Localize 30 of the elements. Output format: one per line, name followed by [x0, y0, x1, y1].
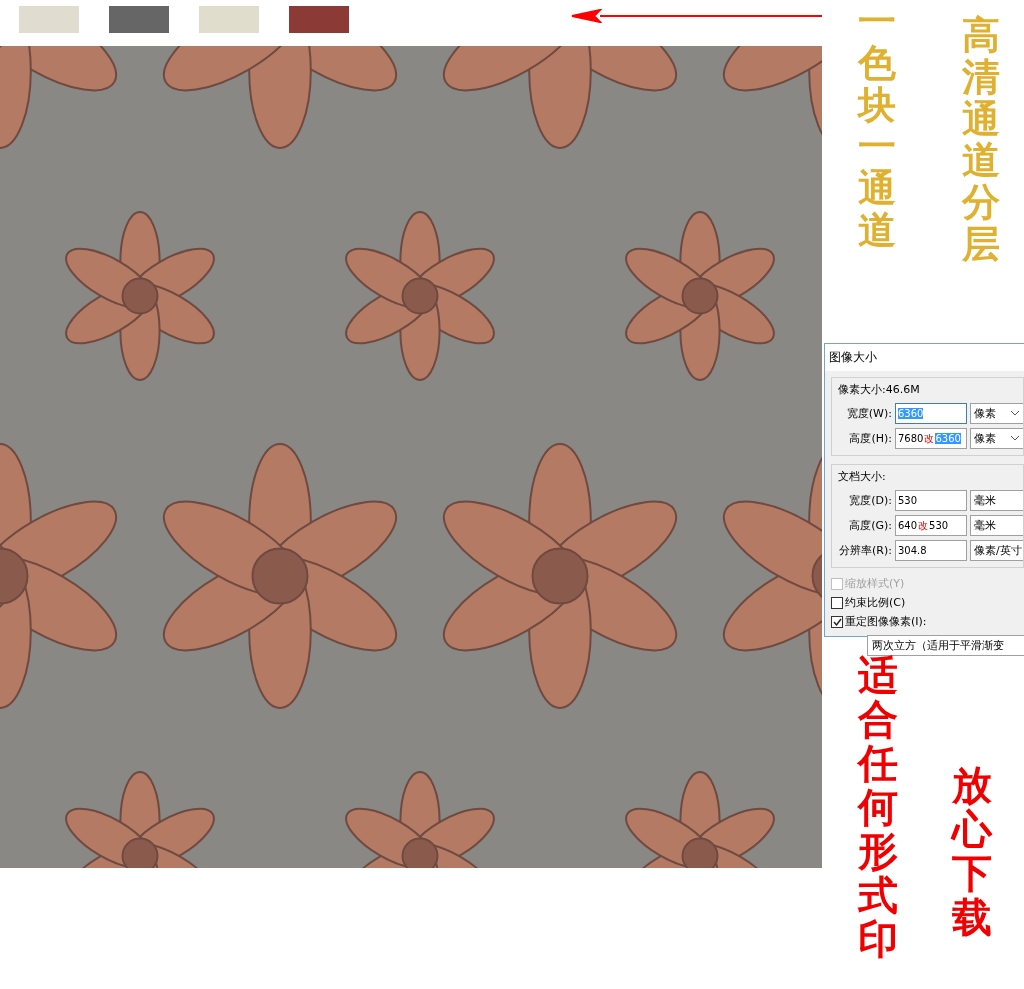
group-title: 文档大小:: [838, 469, 887, 484]
unit-select[interactable]: 像素: [970, 428, 1023, 449]
dialog-title: 图像大小: [825, 344, 1024, 371]
checkbox-label: 缩放样式(Y): [845, 576, 905, 591]
input-field[interactable]: 530: [895, 490, 967, 511]
slogan-text: 高清通道分层: [962, 14, 1000, 268]
unit-select[interactable]: 毫米: [970, 515, 1023, 536]
field-label: 高度(G):: [848, 518, 892, 533]
checkbox[interactable]: [831, 615, 843, 628]
field-label: 分辨率(R):: [838, 543, 892, 558]
field-label: 宽度(W):: [845, 406, 892, 421]
unit-select[interactable]: 像素/英寸: [970, 540, 1023, 561]
resample-select[interactable]: 两次立方（适用于平滑渐变: [867, 635, 1024, 656]
input-field[interactable]: 304.8: [895, 540, 967, 561]
field-label: 高度(H):: [848, 431, 892, 446]
unit-select[interactable]: 像素: [970, 403, 1023, 424]
arrow-icon: [570, 9, 822, 23]
unit-select[interactable]: 毫米: [970, 490, 1023, 511]
slogan-text: 放心下载: [952, 763, 992, 942]
checkbox-label: 重定图像像素(I):: [845, 614, 927, 629]
input-field[interactable]: 640改530: [895, 515, 967, 536]
group-title: 像素大小:46.6M: [838, 382, 921, 397]
chevron-icon: [1011, 411, 1019, 416]
slogan-text: 一色块一通道: [858, 0, 896, 254]
slogan-text: 适合任何形式印: [858, 653, 898, 964]
chevron-icon: [1011, 436, 1019, 441]
input-field[interactable]: 7680改6360: [895, 428, 967, 449]
checkbox[interactable]: [831, 596, 843, 609]
field-label: 宽度(D):: [848, 493, 892, 508]
checkbox-label: 约束比例(C): [845, 595, 906, 610]
